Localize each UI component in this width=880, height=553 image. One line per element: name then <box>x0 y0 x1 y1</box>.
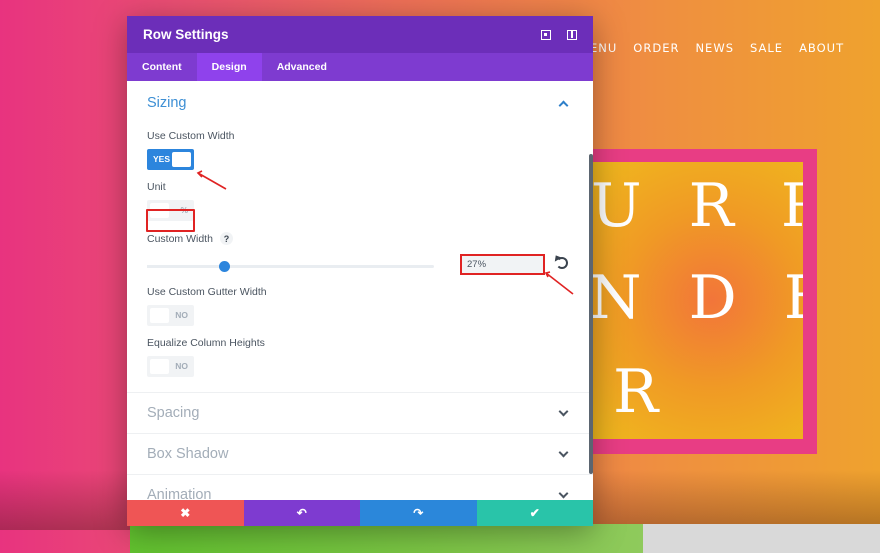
modal-title: Row Settings <box>143 27 229 42</box>
sizing-section-header[interactable]: Sizing <box>147 81 573 125</box>
toggle-knob <box>172 152 191 167</box>
hero-panel: U R R N D E R <box>575 162 803 439</box>
modal-footer: ✖ ↶ ↷ ✔ <box>127 500 593 526</box>
toggle-knob <box>150 308 169 323</box>
chevron-down-icon <box>558 488 569 498</box>
unit-label: Unit <box>147 181 166 193</box>
tab-design[interactable]: Design <box>196 53 262 81</box>
equalize-column-heights-label: Equalize Column Heights <box>147 337 265 349</box>
tab-content[interactable]: Content <box>127 53 197 81</box>
use-custom-gutter-width-label: Use Custom Gutter Width <box>147 286 267 298</box>
custom-width-slider[interactable] <box>147 265 434 268</box>
equalize-column-heights-field: Equalize Column Heights NO <box>147 337 265 377</box>
nav-item-order[interactable]: ORDER <box>633 41 679 55</box>
nav-item-about[interactable]: ABOUT <box>799 41 844 55</box>
site-navigation: ENU ORDER NEWS SALE ABOUT <box>590 41 844 55</box>
chevron-up-icon <box>558 100 569 110</box>
box-shadow-section-header[interactable]: Box Shadow <box>127 434 593 475</box>
nav-item-news[interactable]: NEWS <box>695 41 734 55</box>
spacing-section-title: Spacing <box>147 405 200 421</box>
annotation-highlight-box <box>146 209 195 232</box>
help-icon[interactable]: ? <box>219 232 233 245</box>
sizing-section-title: Sizing <box>147 95 187 111</box>
use-custom-width-label: Use Custom Width <box>147 130 235 142</box>
custom-width-label: Custom Width ? <box>147 232 572 245</box>
equalize-column-heights-toggle[interactable]: NO <box>147 356 194 377</box>
custom-width-label-text: Custom Width <box>147 232 213 245</box>
modal-header: Row Settings <box>127 16 593 53</box>
reset-icon[interactable] <box>556 257 568 269</box>
nav-item-sale[interactable]: SALE <box>750 41 783 55</box>
spacing-section-header[interactable]: Spacing <box>127 393 593 434</box>
animation-section-header[interactable]: Animation <box>127 475 593 500</box>
box-shadow-section-title: Box Shadow <box>147 446 229 462</box>
discard-button[interactable]: ✖ <box>127 500 244 526</box>
custom-width-input[interactable] <box>460 254 545 275</box>
toggle-text: YES <box>153 154 171 164</box>
hero-text-line-1: U R R <box>591 171 803 241</box>
nav-item-menu[interactable]: ENU <box>590 41 617 55</box>
toggle-text: NO <box>175 361 188 371</box>
modal-scrollbar[interactable] <box>589 154 593 474</box>
save-button[interactable]: ✔ <box>476 500 593 526</box>
modal-body: Sizing Use Custom Width YES Unit % Custo… <box>127 81 593 500</box>
green-section-strip <box>130 524 643 553</box>
custom-width-slider-row <box>147 251 572 281</box>
custom-width-field: Custom Width ? <box>147 232 572 281</box>
redo-button[interactable]: ↷ <box>360 500 477 526</box>
use-custom-gutter-width-toggle[interactable]: NO <box>147 305 194 326</box>
use-custom-gutter-width-field: Use Custom Gutter Width NO <box>147 286 267 326</box>
sidebar-toggle-icon[interactable] <box>567 29 577 40</box>
toggle-knob <box>150 359 169 374</box>
hero-text-line-3: R <box>613 357 673 427</box>
slider-fill <box>147 265 225 268</box>
tab-advanced[interactable]: Advanced <box>262 53 342 81</box>
undo-button[interactable]: ↶ <box>243 500 360 526</box>
sizing-section: Sizing Use Custom Width YES Unit % Custo… <box>127 81 593 393</box>
slider-thumb[interactable] <box>219 261 231 272</box>
chevron-down-icon <box>558 447 569 457</box>
modal-tabs: Content Design Advanced <box>127 53 593 81</box>
expand-icon[interactable] <box>541 29 551 40</box>
gray-section-strip <box>643 524 880 553</box>
chevron-down-icon <box>558 406 569 416</box>
toggle-text: NO <box>175 310 188 320</box>
use-custom-width-field: Use Custom Width YES <box>147 130 235 170</box>
use-custom-width-toggle[interactable]: YES <box>147 149 194 170</box>
hero-text-line-2: N D E <box>589 263 803 333</box>
animation-section-title: Animation <box>147 487 212 500</box>
row-settings-modal: Row Settings Content Design Advanced Siz… <box>127 16 593 526</box>
